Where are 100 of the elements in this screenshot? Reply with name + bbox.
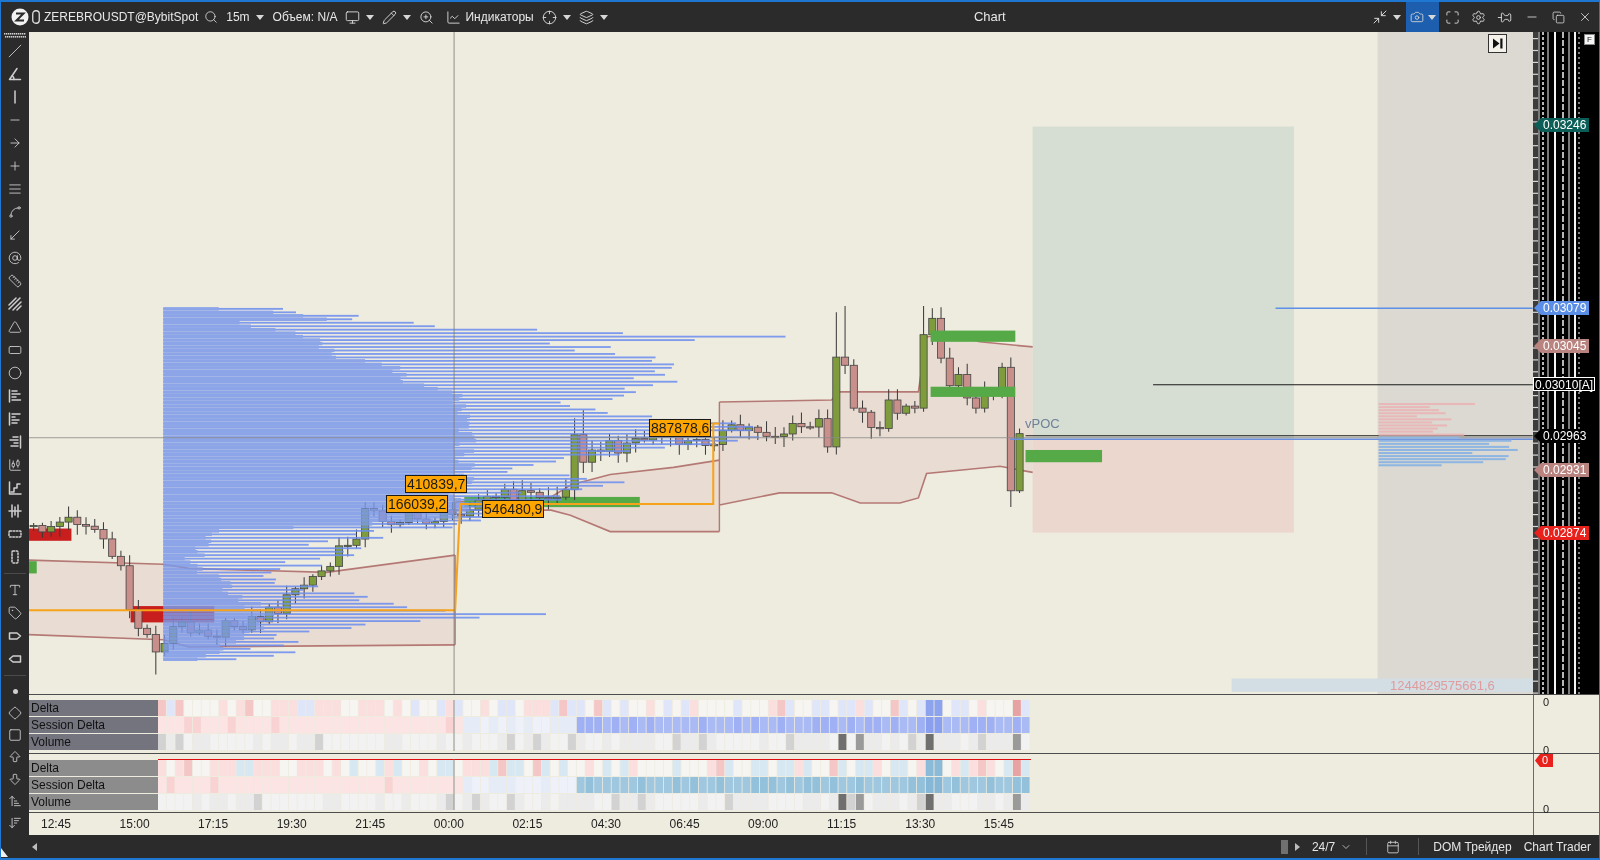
timeframe-dropdown[interactable]: 15m: [226, 8, 264, 26]
time-label: 15:45: [983, 817, 1014, 831]
arrow-down-icon[interactable]: [8, 772, 22, 786]
ruler-icon[interactable]: [8, 273, 22, 288]
time-label: 13:30: [905, 817, 936, 831]
volume-total-label: 1244829575661,6: [1390, 678, 1495, 693]
zoom-in-icon[interactable]: [419, 9, 435, 25]
curve-icon[interactable]: [8, 204, 22, 219]
square-icon[interactable]: [8, 728, 22, 742]
symbol-selector[interactable]: ZEREBROUSDT@BybitSpot: [44, 8, 199, 26]
caret-icon[interactable]: [562, 14, 571, 20]
search-icon[interactable]: [204, 10, 219, 24]
row-label: Volume: [29, 734, 158, 750]
monitor-icon[interactable]: [345, 9, 361, 25]
row-label: Delta: [29, 760, 158, 776]
caret-icon[interactable]: [255, 14, 264, 20]
grip-icon: [4, 33, 26, 38]
price-tag: 0.03045: [1534, 339, 1590, 353]
camera-icon[interactable]: [1409, 10, 1424, 24]
indicators-button[interactable]: Индикаторы: [446, 8, 534, 26]
time-label: 06:45: [669, 817, 700, 831]
crosshair-icon[interactable]: [541, 9, 557, 25]
value-tag: 410839,7: [405, 475, 468, 493]
chart-trader-button[interactable]: Chart Trader: [1523, 837, 1591, 856]
sort-ascending-icon[interactable]: [8, 794, 22, 808]
scrollbar-thumb[interactable]: [1280, 839, 1288, 854]
skip-end-icon[interactable]: [1492, 38, 1503, 49]
scroll-left-icon[interactable]: [32, 842, 37, 851]
bars-icon[interactable]: [8, 388, 22, 403]
time-label: 12:45: [41, 817, 71, 831]
camera-button[interactable]: [1406, 2, 1439, 32]
calendar-icon[interactable]: [1386, 839, 1401, 854]
steps-icon[interactable]: [8, 480, 22, 495]
row-label: Volume: [29, 794, 158, 810]
time-label: 15:00: [119, 817, 150, 831]
price-tag: 0.03246: [1534, 118, 1590, 132]
volume-label: Объем: N/A: [272, 9, 338, 26]
sort-descending-icon[interactable]: [8, 816, 22, 830]
dashed-rectangle-icon[interactable]: [8, 549, 22, 564]
caret-icon[interactable]: [366, 14, 375, 20]
caret-icon[interactable]: [599, 14, 608, 20]
poc-label: vPOC: [1025, 416, 1060, 431]
scroll-to-end-button[interactable]: [1488, 34, 1507, 53]
bars-icon[interactable]: [8, 411, 22, 426]
price-tag: 0.02874: [1534, 526, 1590, 540]
value-tag: 546480,9: [482, 500, 545, 518]
angle-icon[interactable]: [8, 66, 22, 81]
restore-icon[interactable]: [1552, 10, 1565, 24]
logo-icon[interactable]: [11, 8, 29, 26]
axis-label: 0: [1543, 803, 1550, 815]
corner-triangle-icon: [1, 848, 8, 857]
pencil-icon[interactable]: [382, 9, 398, 25]
caret-icon[interactable]: [1393, 14, 1401, 20]
window-title: Chart: [973, 8, 1006, 27]
fullscreen-icon[interactable]: [1445, 9, 1460, 25]
price-tag: 0.03079: [1534, 301, 1590, 315]
time-label: 04:30: [590, 817, 621, 831]
dot-icon[interactable]: [12, 688, 18, 694]
row-label: Delta: [29, 700, 158, 716]
close-icon[interactable]: [1578, 10, 1592, 24]
triangle-icon[interactable]: [8, 319, 22, 334]
time-label: 11:15: [827, 817, 857, 831]
rounded-rectangle-icon[interactable]: [32, 10, 40, 24]
circle-icon[interactable]: [8, 365, 22, 380]
pin-icon[interactable]: [1497, 9, 1512, 25]
axis-label: 0: [1543, 696, 1550, 708]
value-tag: 166039,2: [386, 495, 449, 513]
caret-icon[interactable]: [403, 14, 412, 20]
caret-icon[interactable]: [1427, 14, 1436, 20]
chart-line-icon[interactable]: [446, 9, 462, 25]
time-label: 09:00: [748, 817, 779, 831]
scroll-right-icon[interactable]: [1294, 842, 1300, 851]
bars-icon[interactable]: [8, 434, 22, 449]
shrink-icon[interactable]: [1372, 9, 1388, 25]
diamond-icon[interactable]: [8, 706, 22, 720]
hash-icon[interactable]: [8, 503, 22, 518]
session-dropdown[interactable]: 24/7: [1311, 837, 1353, 856]
row-label: Session Delta: [29, 777, 158, 793]
time-label: 21:45: [355, 817, 386, 831]
time-label: 17:15: [198, 817, 229, 831]
candlestick-icon[interactable]: [8, 457, 22, 472]
value-tag: 887878,6: [649, 419, 712, 437]
plus-icon[interactable]: [8, 158, 22, 173]
at-sign-icon[interactable]: [8, 250, 22, 265]
settings-icon[interactable]: [1471, 9, 1486, 25]
slash-icon[interactable]: [8, 43, 22, 58]
axis-label: 0: [1543, 744, 1550, 756]
lines-icon[interactable]: [8, 181, 22, 196]
time-label: 02:15: [512, 817, 543, 831]
text-icon[interactable]: [8, 582, 22, 597]
layers-icon[interactable]: [578, 9, 594, 25]
price-tag: 0.03010[A]: [1533, 377, 1596, 391]
price-tag: 0.02931: [1534, 463, 1590, 477]
arrow-up-icon[interactable]: [8, 750, 22, 764]
axis-toggle-button[interactable]: F: [1584, 34, 1595, 45]
tag-icon[interactable]: [8, 605, 22, 620]
arrow-down-left-icon[interactable]: [8, 227, 22, 242]
dom-trader-button[interactable]: DOM Трейдер: [1433, 837, 1512, 856]
time-label: 19:30: [276, 817, 307, 831]
hatch-icon[interactable]: [8, 296, 22, 311]
